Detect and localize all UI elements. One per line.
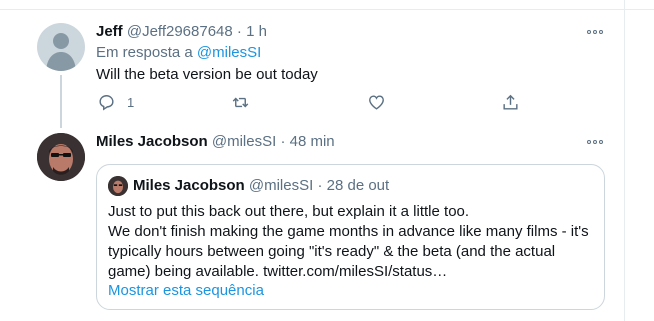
reply-action-button[interactable]: 1: [97, 92, 134, 112]
quoted-tweet-card[interactable]: Miles Jacobson @milesSI · 28 de out Just…: [96, 164, 605, 310]
retweet-icon: [232, 97, 249, 107]
replying-to-line: Em resposta a @milesSI: [96, 43, 261, 63]
jeff-avatar[interactable]: [37, 23, 85, 71]
default-user-icon: [46, 33, 76, 71]
top-divider: [0, 0, 654, 10]
right-divider: [624, 0, 625, 321]
quoted-author-handle[interactable]: @milesSI: [249, 177, 313, 194]
reply-timestamp[interactable]: 1 h: [246, 23, 267, 40]
reply-author-handle[interactable]: @Jeff29687648: [127, 23, 233, 40]
main-more-options-icon[interactable]: [585, 132, 605, 152]
retweet-action-button[interactable]: [231, 92, 250, 112]
replying-to-prefix: Em resposta a: [96, 44, 193, 61]
quoted-author-avatar[interactable]: [108, 176, 128, 196]
main-timestamp[interactable]: 48 min: [290, 133, 335, 150]
reply-icon: [99, 94, 114, 111]
quoted-date[interactable]: 28 de out: [327, 177, 390, 194]
quoted-header-separator: ·: [317, 177, 323, 194]
thread-connector-line: [60, 75, 62, 128]
like-action-button[interactable]: [367, 92, 386, 112]
reply-tweet-text: Will the beta version be out today: [96, 66, 318, 83]
reply-count: 1: [127, 94, 135, 110]
reply-more-options-icon[interactable]: [585, 22, 605, 42]
replying-to-handle-link[interactable]: @milesSI: [197, 44, 261, 61]
profile-photo-icon: [108, 176, 128, 196]
main-author-handle[interactable]: @milesSI: [212, 133, 276, 150]
reply-tweet-header: Jeff @Jeff29687648 · 1 h: [96, 22, 267, 42]
quoted-tweet-header: Miles Jacobson @milesSI · 28 de out: [133, 176, 389, 196]
quoted-author-name[interactable]: Miles Jacobson: [133, 177, 245, 194]
reply-header-separator: ·: [236, 23, 242, 40]
share-action-button[interactable]: [501, 92, 520, 112]
reply-author-name[interactable]: Jeff: [96, 23, 123, 40]
heart-icon: [369, 94, 384, 110]
main-tweet-header: Miles Jacobson @milesSI · 48 min: [96, 132, 335, 152]
show-thread-link[interactable]: Mostrar esta sequência: [108, 281, 264, 301]
main-author-name[interactable]: Miles Jacobson: [96, 133, 208, 150]
miles-jacobson-avatar[interactable]: [37, 133, 85, 181]
share-icon: [503, 94, 518, 110]
main-header-separator: ·: [280, 133, 286, 150]
quoted-tweet-text: Just to put this back out there, but exp…: [108, 203, 589, 280]
profile-photo-icon: [37, 133, 85, 181]
